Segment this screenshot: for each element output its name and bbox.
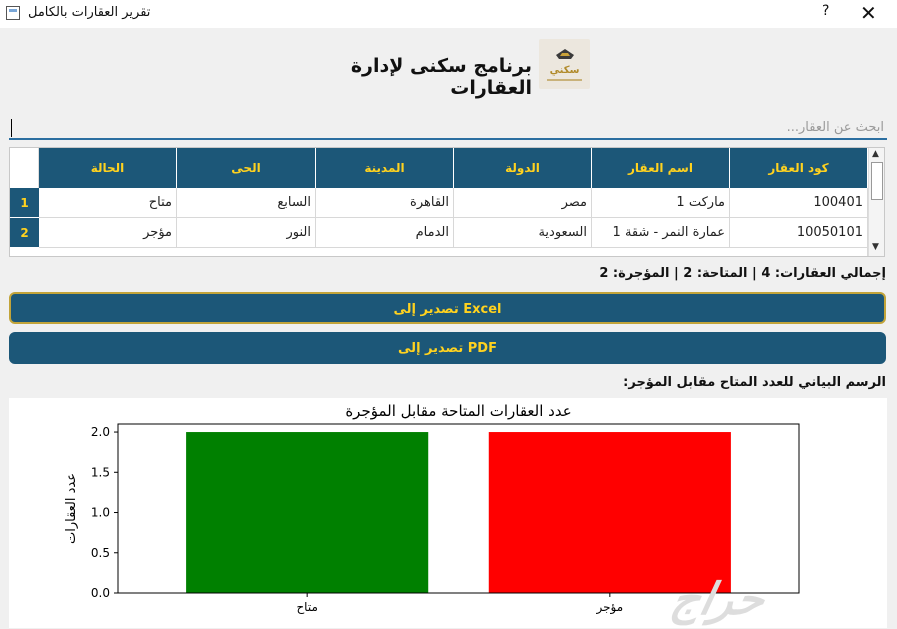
table-cell[interactable]: 10050101 (730, 218, 868, 248)
close-button[interactable]: ✕ (860, 1, 877, 25)
logo-text: سكني (549, 65, 580, 76)
export-pdf-button[interactable]: PDF تصدير إلى (9, 332, 886, 364)
window-title: تقرير العقارات بالكامل (28, 5, 151, 20)
table-cell[interactable]: 100401 (730, 188, 868, 218)
bar (488, 432, 731, 593)
scroll-up-icon[interactable]: ▲ (872, 149, 879, 159)
scroll-thumb[interactable] (871, 162, 883, 200)
app-logo: سكني (539, 39, 590, 89)
text-caret (11, 119, 12, 137)
table-cell[interactable]: القاهرة (316, 188, 454, 218)
y-tick-label: 0.5 (91, 546, 110, 560)
table-cell[interactable]: السابع (177, 188, 316, 218)
search-input[interactable] (9, 117, 887, 140)
watermark: حراج (666, 574, 770, 625)
window-icon (6, 6, 20, 20)
table-cell[interactable]: السعودية (454, 218, 592, 248)
row-number[interactable]: 2 (10, 218, 39, 248)
table-corner (10, 148, 39, 188)
table-row-partial (39, 248, 868, 256)
column-header[interactable]: الحى (177, 148, 316, 188)
x-tick-label: مؤجر (595, 600, 623, 615)
column-header[interactable]: اسم العقار (592, 148, 730, 188)
totals-summary: إجمالي العقارات: 4 | المتاحة: 2 | المؤجر… (599, 266, 886, 281)
y-tick-label: 0.0 (91, 586, 110, 600)
scroll-down-icon[interactable]: ▼ (872, 242, 879, 252)
column-header[interactable]: الدولة (454, 148, 592, 188)
table-cell[interactable]: عمارة النمر - شقة 1 (592, 218, 730, 248)
properties-table: كود العقار اسم العقار الدولة المدينة الحى الح… (9, 147, 885, 257)
export-excel-button[interactable]: Excel تصدير إلى (9, 292, 886, 324)
row-number[interactable]: 1 (10, 188, 39, 218)
column-header[interactable]: المدينة (316, 148, 454, 188)
x-tick-label: متاح (296, 600, 317, 614)
chart-title: عدد العقارات المتاحة مقابل المؤجرة (345, 402, 571, 420)
column-header[interactable]: كود العقار (730, 148, 868, 188)
table-cell[interactable]: مؤجر (39, 218, 177, 248)
column-header[interactable]: الحالة (39, 148, 177, 188)
table-cell[interactable]: متاح (39, 188, 177, 218)
report-window: تقرير العقارات بالكامل ? ✕ برنامج سكنى ل… (0, 0, 897, 629)
title-bar: تقرير العقارات بالكامل ? ✕ (0, 0, 897, 28)
table-cell[interactable]: مصر (454, 188, 592, 218)
y-tick-label: 1.5 (91, 465, 110, 479)
y-tick-label: 1.0 (91, 506, 110, 520)
table-scrollbar[interactable]: ▲ ▼ (868, 148, 884, 256)
y-axis-label: عدد العقارات (64, 473, 79, 544)
table-cell[interactable]: النور (177, 218, 316, 248)
page-title: برنامج سكنى لإدارة العقارات (350, 55, 532, 99)
chart-caption: الرسم البياني للعدد المتاح مقابل المؤجر: (623, 375, 886, 390)
help-button[interactable]: ? (822, 3, 829, 19)
logo-underline (547, 79, 582, 81)
table-cell[interactable]: الدمام (316, 218, 454, 248)
bar (186, 432, 429, 593)
y-tick-label: 2.0 (91, 425, 110, 439)
house-icon (556, 49, 574, 59)
table-cell[interactable]: ماركت 1 (592, 188, 730, 218)
